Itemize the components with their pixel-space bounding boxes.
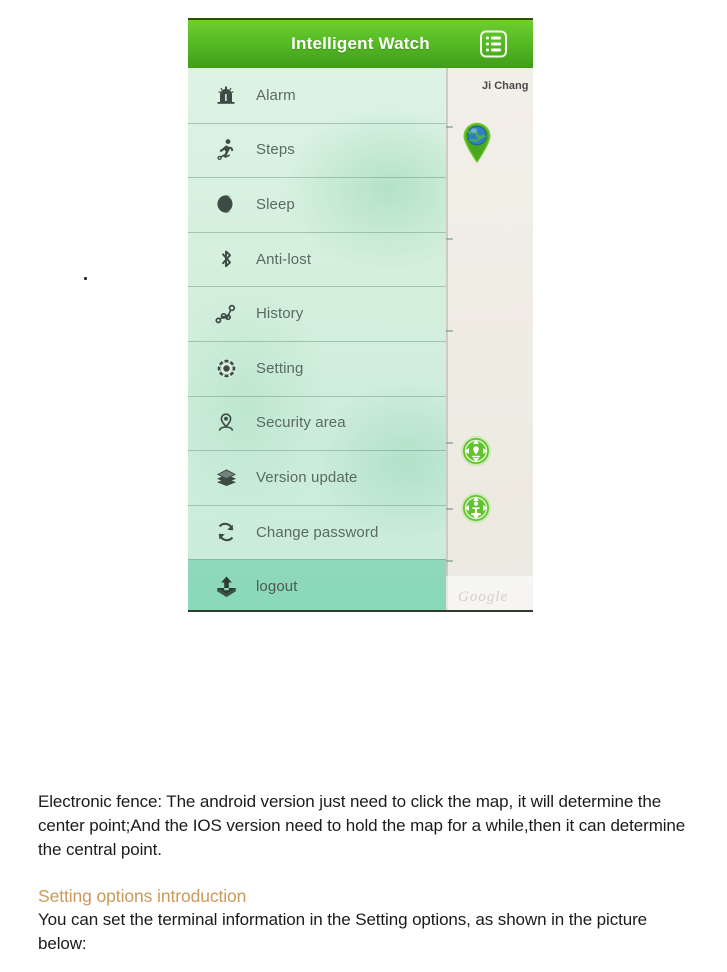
list-icon-row: [486, 36, 501, 40]
route-history-icon: [204, 301, 248, 327]
logout-upload-icon: [204, 573, 248, 600]
menu-item-change-password[interactable]: Change password: [188, 504, 446, 560]
menu-item-label: Setting: [256, 359, 304, 377]
menu-item-history[interactable]: History: [188, 286, 446, 341]
menu-item-anti-lost[interactable]: Anti-lost: [188, 231, 446, 287]
list-icon-dot: [486, 42, 489, 46]
list-menu-icon[interactable]: [480, 30, 507, 58]
paragraph-electronic-fence: Electronic fence: The android version ju…: [38, 792, 686, 859]
menu-item-label: Steps: [256, 141, 295, 159]
list-icon-bar: [490, 42, 501, 46]
menu-item-version-update[interactable]: Version update: [188, 450, 446, 505]
list-icon-bar: [490, 48, 501, 52]
app-title: Intelligent Watch: [291, 34, 430, 53]
map-tick: [446, 126, 453, 128]
map-tick: [446, 560, 453, 562]
map-place-label: Ji Chang: [482, 80, 529, 92]
app-header: Intelligent Watch: [188, 18, 533, 68]
street-view-pegman-icon[interactable]: [460, 492, 492, 524]
alarm-bell-icon: [204, 82, 248, 108]
list-icon-dot: [486, 48, 489, 52]
running-person-icon: [204, 137, 248, 163]
locate-me-icon[interactable]: [460, 435, 492, 467]
menu-item-logout[interactable]: logout: [188, 559, 446, 610]
map-tick: [446, 508, 453, 510]
map-tick: [446, 442, 453, 444]
list-icon-row: [486, 42, 501, 46]
moon-icon: [204, 191, 248, 217]
location-person-icon: [204, 410, 248, 436]
menu-item-label: Security area: [256, 414, 346, 432]
menu-item-alarm[interactable]: Alarm: [188, 68, 446, 123]
map-watermark: Google: [458, 589, 509, 605]
map-tick: [446, 238, 453, 240]
refresh-cycle-icon: [204, 519, 248, 545]
gear-icon: [204, 355, 248, 382]
menu-item-label: Version update: [256, 468, 358, 486]
document-body: Electronic fence: The android version ju…: [38, 790, 698, 956]
list-icon-bar: [490, 36, 501, 40]
bluetooth-icon: [204, 246, 248, 272]
menu-item-label: Change password: [256, 523, 379, 541]
app-body: Alarm Steps Sleep Anti-lost History Sett…: [188, 68, 533, 610]
menu-item-steps[interactable]: Steps: [188, 122, 446, 178]
navigation-drawer: Alarm Steps Sleep Anti-lost History Sett…: [188, 68, 446, 610]
page-speck-artifact: [84, 277, 87, 280]
menu-item-sleep[interactable]: Sleep: [188, 177, 446, 232]
menu-item-setting[interactable]: Setting: [188, 340, 446, 396]
menu-item-security-area[interactable]: Security area: [188, 395, 446, 451]
menu-item-label: Anti-lost: [256, 250, 312, 268]
list-icon-row: [486, 48, 501, 52]
menu-item-label: Alarm: [256, 86, 296, 104]
map-tick: [446, 330, 453, 332]
section-heading-setting-options: Setting options introduction: [38, 886, 247, 906]
map-panel[interactable]: Ji Chang Google: [446, 68, 533, 610]
menu-item-label: Sleep: [256, 195, 295, 213]
menu-item-label: logout: [256, 578, 298, 596]
list-icon-dot: [486, 36, 489, 40]
phone-screenshot: Intelligent Watch Alarm Steps Sleep Anti…: [188, 18, 533, 612]
paragraph-setting-options: You can set the terminal information in …: [38, 910, 648, 953]
globe-map-pin-icon[interactable]: [460, 120, 494, 164]
layers-stack-icon: [204, 464, 248, 491]
menu-item-label: History: [256, 305, 304, 323]
